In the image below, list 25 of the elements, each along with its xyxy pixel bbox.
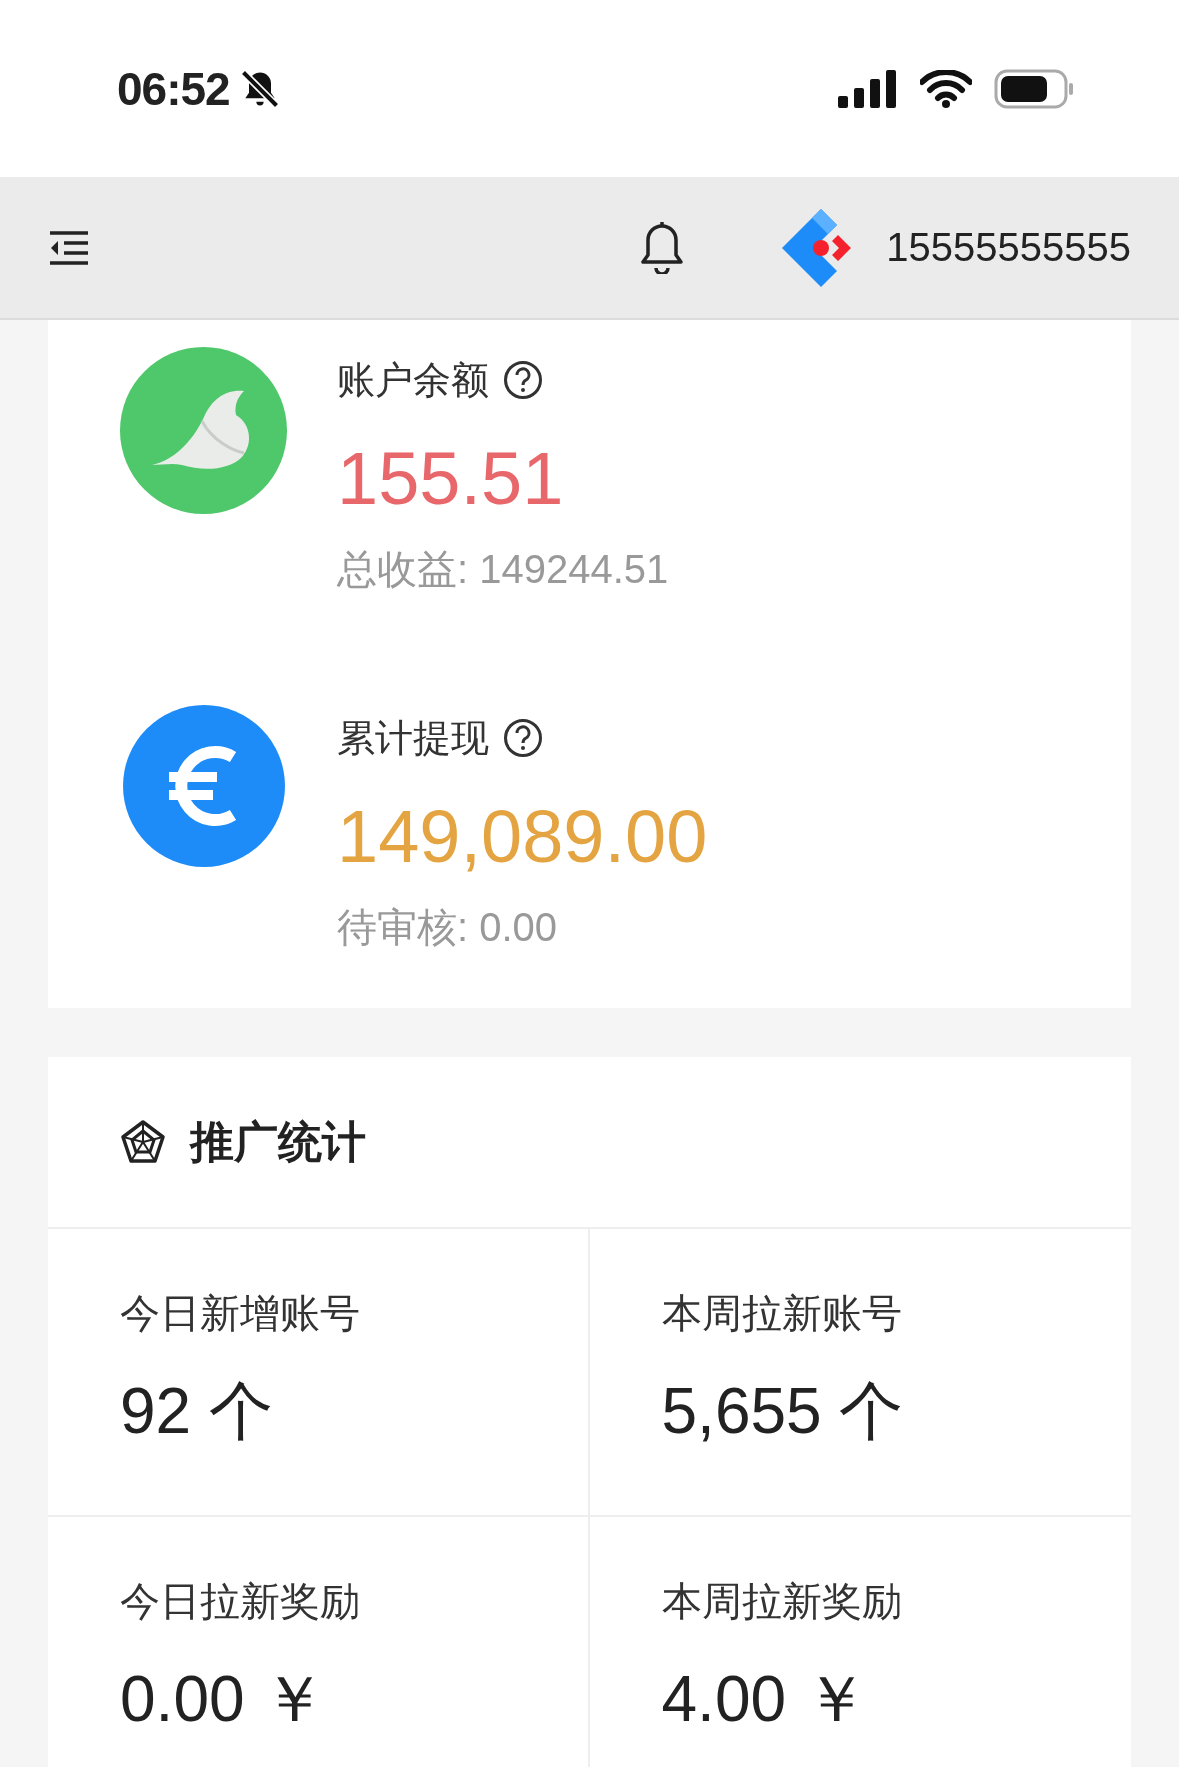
bird-icon (120, 347, 287, 514)
balance-label: 累计提现 (337, 715, 489, 761)
stat-value: 92 个 (120, 1374, 274, 1449)
stat-label: 今日拉新奖励 (120, 1578, 361, 1625)
stat-label: 本周拉新奖励 (661, 1578, 903, 1625)
section-title: 推广统计 (190, 1115, 366, 1168)
stat-value: 4.00 ￥ (661, 1662, 869, 1737)
menu-icon[interactable] (48, 229, 90, 266)
balance-amount: 149,089.00 (337, 794, 708, 880)
radar-icon (120, 1119, 166, 1165)
bell-icon[interactable] (640, 221, 685, 274)
help-icon[interactable] (503, 360, 543, 400)
euro-icon (122, 705, 285, 867)
balance-label: 账户余额 (337, 357, 489, 403)
stat-value: 5,655 个 (661, 1374, 905, 1449)
wifi-icon (920, 69, 972, 108)
battery-icon (994, 68, 1074, 109)
balance-amount: 155.51 (337, 436, 565, 522)
account-number[interactable]: 15555555555 (886, 225, 1131, 270)
signal-icon (838, 69, 898, 108)
stat-label: 今日新增账号 (120, 1290, 361, 1337)
help-icon[interactable] (503, 718, 543, 758)
status-time: 06:52 (117, 61, 230, 116)
stat-label: 本周拉新账号 (661, 1290, 903, 1337)
stat-value: 0.00 ￥ (120, 1662, 328, 1737)
